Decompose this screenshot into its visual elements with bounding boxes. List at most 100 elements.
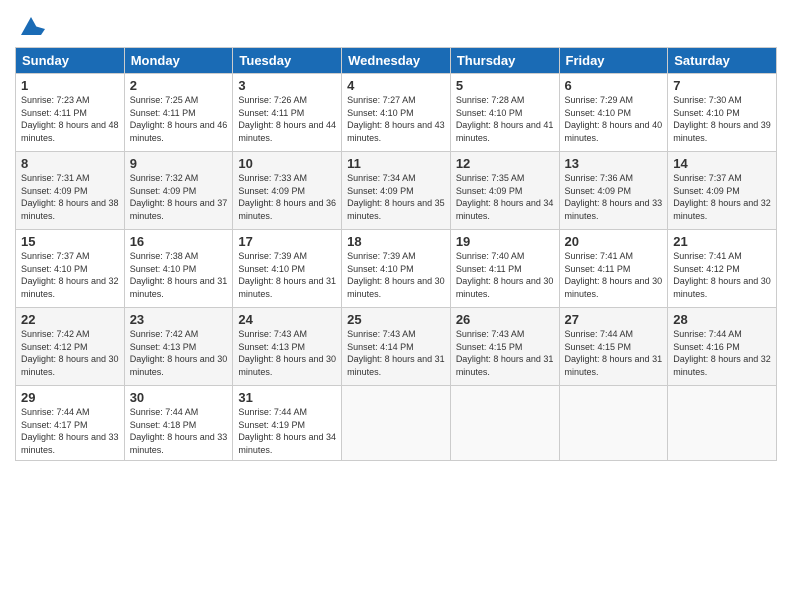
calendar-day-cell — [342, 386, 451, 461]
day-number: 24 — [238, 312, 336, 327]
day-info: Sunrise: 7:28 AM Sunset: 4:10 PM Dayligh… — [456, 94, 554, 144]
day-info: Sunrise: 7:27 AM Sunset: 4:10 PM Dayligh… — [347, 94, 445, 144]
calendar-day-cell: 31 Sunrise: 7:44 AM Sunset: 4:19 PM Dayl… — [233, 386, 342, 461]
day-info: Sunrise: 7:34 AM Sunset: 4:09 PM Dayligh… — [347, 172, 445, 222]
day-number: 30 — [130, 390, 228, 405]
calendar-day-cell — [559, 386, 668, 461]
calendar-day-cell: 2 Sunrise: 7:25 AM Sunset: 4:11 PM Dayli… — [124, 74, 233, 152]
calendar-day-cell: 25 Sunrise: 7:43 AM Sunset: 4:14 PM Dayl… — [342, 308, 451, 386]
weekday-header: Friday — [559, 48, 668, 74]
day-info: Sunrise: 7:25 AM Sunset: 4:11 PM Dayligh… — [130, 94, 228, 144]
calendar-day-cell: 17 Sunrise: 7:39 AM Sunset: 4:10 PM Dayl… — [233, 230, 342, 308]
day-number: 1 — [21, 78, 119, 93]
day-number: 9 — [130, 156, 228, 171]
calendar-day-cell: 29 Sunrise: 7:44 AM Sunset: 4:17 PM Dayl… — [16, 386, 125, 461]
day-number: 5 — [456, 78, 554, 93]
day-number: 25 — [347, 312, 445, 327]
day-number: 12 — [456, 156, 554, 171]
day-number: 16 — [130, 234, 228, 249]
day-number: 28 — [673, 312, 771, 327]
day-number: 14 — [673, 156, 771, 171]
day-info: Sunrise: 7:36 AM Sunset: 4:09 PM Dayligh… — [565, 172, 663, 222]
day-info: Sunrise: 7:23 AM Sunset: 4:11 PM Dayligh… — [21, 94, 119, 144]
calendar-day-cell: 6 Sunrise: 7:29 AM Sunset: 4:10 PM Dayli… — [559, 74, 668, 152]
day-number: 19 — [456, 234, 554, 249]
calendar-day-cell: 16 Sunrise: 7:38 AM Sunset: 4:10 PM Dayl… — [124, 230, 233, 308]
day-info: Sunrise: 7:37 AM Sunset: 4:10 PM Dayligh… — [21, 250, 119, 300]
weekday-header: Tuesday — [233, 48, 342, 74]
calendar-day-cell: 7 Sunrise: 7:30 AM Sunset: 4:10 PM Dayli… — [668, 74, 777, 152]
calendar-day-cell: 22 Sunrise: 7:42 AM Sunset: 4:12 PM Dayl… — [16, 308, 125, 386]
day-info: Sunrise: 7:44 AM Sunset: 4:15 PM Dayligh… — [565, 328, 663, 378]
day-number: 29 — [21, 390, 119, 405]
logo — [15, 15, 45, 39]
weekday-header: Thursday — [450, 48, 559, 74]
day-number: 23 — [130, 312, 228, 327]
day-info: Sunrise: 7:39 AM Sunset: 4:10 PM Dayligh… — [238, 250, 336, 300]
calendar-week-row: 15 Sunrise: 7:37 AM Sunset: 4:10 PM Dayl… — [16, 230, 777, 308]
calendar-day-cell: 30 Sunrise: 7:44 AM Sunset: 4:18 PM Dayl… — [124, 386, 233, 461]
day-number: 17 — [238, 234, 336, 249]
weekday-header-row: SundayMondayTuesdayWednesdayThursdayFrid… — [16, 48, 777, 74]
day-info: Sunrise: 7:30 AM Sunset: 4:10 PM Dayligh… — [673, 94, 771, 144]
calendar-day-cell: 24 Sunrise: 7:43 AM Sunset: 4:13 PM Dayl… — [233, 308, 342, 386]
day-number: 13 — [565, 156, 663, 171]
calendar-day-cell: 26 Sunrise: 7:43 AM Sunset: 4:15 PM Dayl… — [450, 308, 559, 386]
day-number: 10 — [238, 156, 336, 171]
weekday-header: Sunday — [16, 48, 125, 74]
calendar-day-cell: 15 Sunrise: 7:37 AM Sunset: 4:10 PM Dayl… — [16, 230, 125, 308]
day-info: Sunrise: 7:31 AM Sunset: 4:09 PM Dayligh… — [21, 172, 119, 222]
day-info: Sunrise: 7:35 AM Sunset: 4:09 PM Dayligh… — [456, 172, 554, 222]
calendar-day-cell: 5 Sunrise: 7:28 AM Sunset: 4:10 PM Dayli… — [450, 74, 559, 152]
day-info: Sunrise: 7:44 AM Sunset: 4:16 PM Dayligh… — [673, 328, 771, 378]
calendar-day-cell: 4 Sunrise: 7:27 AM Sunset: 4:10 PM Dayli… — [342, 74, 451, 152]
calendar-day-cell: 14 Sunrise: 7:37 AM Sunset: 4:09 PM Dayl… — [668, 152, 777, 230]
calendar-week-row: 22 Sunrise: 7:42 AM Sunset: 4:12 PM Dayl… — [16, 308, 777, 386]
day-number: 22 — [21, 312, 119, 327]
calendar-week-row: 1 Sunrise: 7:23 AM Sunset: 4:11 PM Dayli… — [16, 74, 777, 152]
calendar-day-cell: 18 Sunrise: 7:39 AM Sunset: 4:10 PM Dayl… — [342, 230, 451, 308]
day-info: Sunrise: 7:44 AM Sunset: 4:18 PM Dayligh… — [130, 406, 228, 456]
weekday-header: Saturday — [668, 48, 777, 74]
day-number: 31 — [238, 390, 336, 405]
calendar-day-cell: 19 Sunrise: 7:40 AM Sunset: 4:11 PM Dayl… — [450, 230, 559, 308]
day-number: 8 — [21, 156, 119, 171]
day-number: 7 — [673, 78, 771, 93]
calendar-day-cell: 13 Sunrise: 7:36 AM Sunset: 4:09 PM Dayl… — [559, 152, 668, 230]
day-info: Sunrise: 7:42 AM Sunset: 4:13 PM Dayligh… — [130, 328, 228, 378]
calendar-week-row: 29 Sunrise: 7:44 AM Sunset: 4:17 PM Dayl… — [16, 386, 777, 461]
calendar-day-cell: 8 Sunrise: 7:31 AM Sunset: 4:09 PM Dayli… — [16, 152, 125, 230]
calendar-table: SundayMondayTuesdayWednesdayThursdayFrid… — [15, 47, 777, 461]
calendar-day-cell: 20 Sunrise: 7:41 AM Sunset: 4:11 PM Dayl… — [559, 230, 668, 308]
day-info: Sunrise: 7:37 AM Sunset: 4:09 PM Dayligh… — [673, 172, 771, 222]
day-info: Sunrise: 7:38 AM Sunset: 4:10 PM Dayligh… — [130, 250, 228, 300]
day-info: Sunrise: 7:43 AM Sunset: 4:13 PM Dayligh… — [238, 328, 336, 378]
day-number: 15 — [21, 234, 119, 249]
day-number: 18 — [347, 234, 445, 249]
day-number: 11 — [347, 156, 445, 171]
calendar-day-cell: 12 Sunrise: 7:35 AM Sunset: 4:09 PM Dayl… — [450, 152, 559, 230]
calendar-day-cell: 21 Sunrise: 7:41 AM Sunset: 4:12 PM Dayl… — [668, 230, 777, 308]
day-info: Sunrise: 7:44 AM Sunset: 4:17 PM Dayligh… — [21, 406, 119, 456]
day-number: 20 — [565, 234, 663, 249]
calendar-week-row: 8 Sunrise: 7:31 AM Sunset: 4:09 PM Dayli… — [16, 152, 777, 230]
logo-icon — [17, 11, 45, 39]
day-info: Sunrise: 7:33 AM Sunset: 4:09 PM Dayligh… — [238, 172, 336, 222]
calendar-day-cell — [450, 386, 559, 461]
day-info: Sunrise: 7:42 AM Sunset: 4:12 PM Dayligh… — [21, 328, 119, 378]
day-info: Sunrise: 7:41 AM Sunset: 4:12 PM Dayligh… — [673, 250, 771, 300]
day-info: Sunrise: 7:41 AM Sunset: 4:11 PM Dayligh… — [565, 250, 663, 300]
calendar-day-cell: 1 Sunrise: 7:23 AM Sunset: 4:11 PM Dayli… — [16, 74, 125, 152]
calendar-day-cell: 9 Sunrise: 7:32 AM Sunset: 4:09 PM Dayli… — [124, 152, 233, 230]
calendar-day-cell: 27 Sunrise: 7:44 AM Sunset: 4:15 PM Dayl… — [559, 308, 668, 386]
day-info: Sunrise: 7:43 AM Sunset: 4:14 PM Dayligh… — [347, 328, 445, 378]
weekday-header: Wednesday — [342, 48, 451, 74]
day-info: Sunrise: 7:26 AM Sunset: 4:11 PM Dayligh… — [238, 94, 336, 144]
day-info: Sunrise: 7:29 AM Sunset: 4:10 PM Dayligh… — [565, 94, 663, 144]
day-number: 6 — [565, 78, 663, 93]
day-info: Sunrise: 7:43 AM Sunset: 4:15 PM Dayligh… — [456, 328, 554, 378]
day-number: 2 — [130, 78, 228, 93]
day-number: 4 — [347, 78, 445, 93]
day-number: 3 — [238, 78, 336, 93]
day-info: Sunrise: 7:44 AM Sunset: 4:19 PM Dayligh… — [238, 406, 336, 456]
